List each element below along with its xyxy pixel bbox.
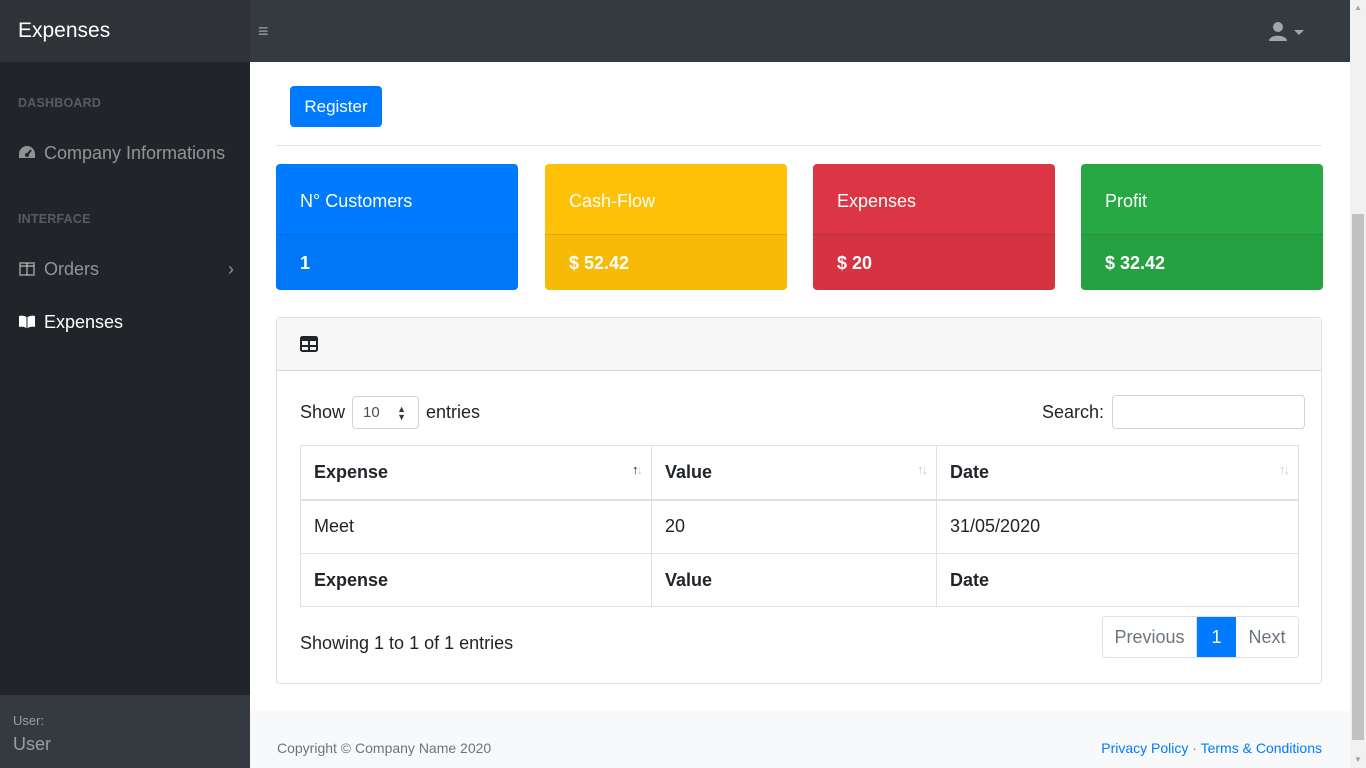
card-title: N° Customers: [276, 164, 518, 235]
sidebar-item-label: Expenses: [44, 311, 124, 332]
cell-date: 31/05/2020: [936, 499, 1299, 554]
sidebar-toggle-icon[interactable]: ≡: [258, 20, 274, 42]
sidebar-item-orders[interactable]: Orders ›: [18, 255, 234, 283]
search-input[interactable]: [1112, 395, 1306, 429]
brand-area: Expenses: [0, 0, 250, 62]
table-search: Search:: [1042, 395, 1306, 429]
card-value: $ 32.42: [1081, 235, 1323, 290]
terms-link[interactable]: Terms & Conditions: [1201, 740, 1322, 756]
column-header-date[interactable]: Date ↑↓: [936, 445, 1299, 501]
logged-in-user-name: User: [13, 734, 52, 754]
card-title: Cash-Flow: [545, 164, 787, 235]
column-header-value[interactable]: Value ↑↓: [651, 445, 937, 501]
main-content: Register N° Customers 1 Cash-Flow $ 52.4…: [250, 62, 1350, 768]
sidebar-heading-interface: INTERFACE: [18, 212, 91, 226]
register-button[interactable]: Register: [290, 86, 382, 127]
cell-value: 20: [651, 499, 937, 554]
card-value: $ 20: [813, 235, 1055, 290]
card-value: $ 52.42: [545, 235, 787, 290]
expenses-table: Expense ↑↓ Value ↑↓ Date ↑↓ Meet 20 31/0…: [300, 445, 1299, 607]
chevron-right-icon: ›: [228, 258, 234, 279]
sort-ascending-icon: ↑↓: [632, 462, 643, 477]
entries-label: entries: [426, 402, 481, 422]
tachometer-icon: [18, 144, 36, 162]
column-header-label: Date: [950, 461, 990, 482]
brand-title[interactable]: Expenses: [18, 19, 110, 43]
column-header-label: Value: [665, 461, 713, 482]
table-header-row: Expense ↑↓ Value ↑↓ Date ↑↓: [300, 445, 1299, 501]
copyright-text: Copyright © Company Name 2020: [277, 740, 492, 756]
column-header-expense[interactable]: Expense ↑↓: [300, 445, 652, 501]
previous-page-button[interactable]: Previous: [1103, 617, 1197, 657]
cell-expense: Meet: [300, 499, 652, 554]
entries-length-control: Show 10 ▲ ▼ entries: [300, 396, 480, 429]
table-icon: [300, 336, 318, 357]
select-arrows-icon: ▲ ▼: [397, 404, 407, 422]
table-info: Showing 1 to 1 of 1 entries: [300, 633, 514, 653]
user-dropdown[interactable]: [1268, 21, 1308, 43]
scroll-up-arrow-icon[interactable]: ▲: [1354, 3, 1362, 12]
page-footer: Copyright © Company Name 2020 Privacy Po…: [250, 711, 1350, 768]
logged-in-as-label: User:: [13, 713, 45, 728]
card-title: Profit: [1081, 164, 1323, 235]
entries-select-value: 10: [363, 404, 380, 421]
table-card-header: [277, 318, 1321, 371]
top-navbar: Expenses ≡: [0, 0, 1350, 62]
scroll-down-arrow-icon[interactable]: ▼: [1354, 755, 1362, 764]
stat-card-customers: N° Customers 1: [276, 164, 518, 290]
card-value: 1: [276, 235, 518, 290]
pagination: Previous 1 Next: [1102, 616, 1299, 658]
caret-down-icon: [1294, 30, 1304, 35]
stat-card-profit: Profit $ 32.42: [1081, 164, 1323, 290]
entries-select[interactable]: 10 ▲ ▼: [352, 396, 420, 429]
privacy-policy-link[interactable]: Privacy Policy: [1101, 740, 1188, 756]
footer-column-date: Date: [936, 553, 1299, 607]
book-open-icon: [18, 313, 36, 331]
sidebar-item-label: Orders: [44, 258, 100, 279]
sort-icon: ↑↓: [917, 462, 928, 477]
card-title: Expenses: [813, 164, 1055, 235]
columns-icon: [18, 260, 36, 278]
stat-card-expenses: Expenses $ 20: [813, 164, 1055, 290]
expenses-table-card: Show 10 ▲ ▼ entries Search: Expense ↑↓ Va…: [276, 317, 1322, 684]
user-icon: [1269, 22, 1304, 41]
search-label: Search:: [1042, 401, 1105, 422]
next-page-button[interactable]: Next: [1236, 617, 1298, 657]
footer-separator: ·: [1192, 740, 1197, 756]
sidebar-item-company-informations[interactable]: Company Informations: [18, 139, 234, 167]
stat-card-cash-flow: Cash-Flow $ 52.42: [545, 164, 787, 290]
sidebar-item-expenses[interactable]: Expenses: [18, 308, 234, 336]
sidebar: DASHBOARD Company Informations INTERFACE…: [0, 62, 250, 768]
sort-icon: ↑↓: [1279, 462, 1290, 477]
sidebar-heading-dashboard: DASHBOARD: [18, 96, 102, 110]
show-label: Show: [300, 402, 346, 422]
footer-column-expense: Expense: [300, 553, 652, 607]
sidebar-item-label: Company Informations: [44, 142, 226, 163]
table-row: Meet 20 31/05/2020: [300, 499, 1299, 554]
page-1-button[interactable]: 1: [1197, 617, 1236, 657]
column-header-label: Expense: [314, 461, 389, 482]
table-footer-row: Expense Value Date: [300, 553, 1299, 607]
scrollbar-thumb[interactable]: [1352, 214, 1364, 740]
footer-links: Privacy Policy · Terms & Conditions: [1101, 740, 1322, 756]
divider: [276, 145, 1322, 146]
sidebar-footer: User: User: [0, 695, 250, 768]
footer-column-value: Value: [651, 553, 937, 607]
